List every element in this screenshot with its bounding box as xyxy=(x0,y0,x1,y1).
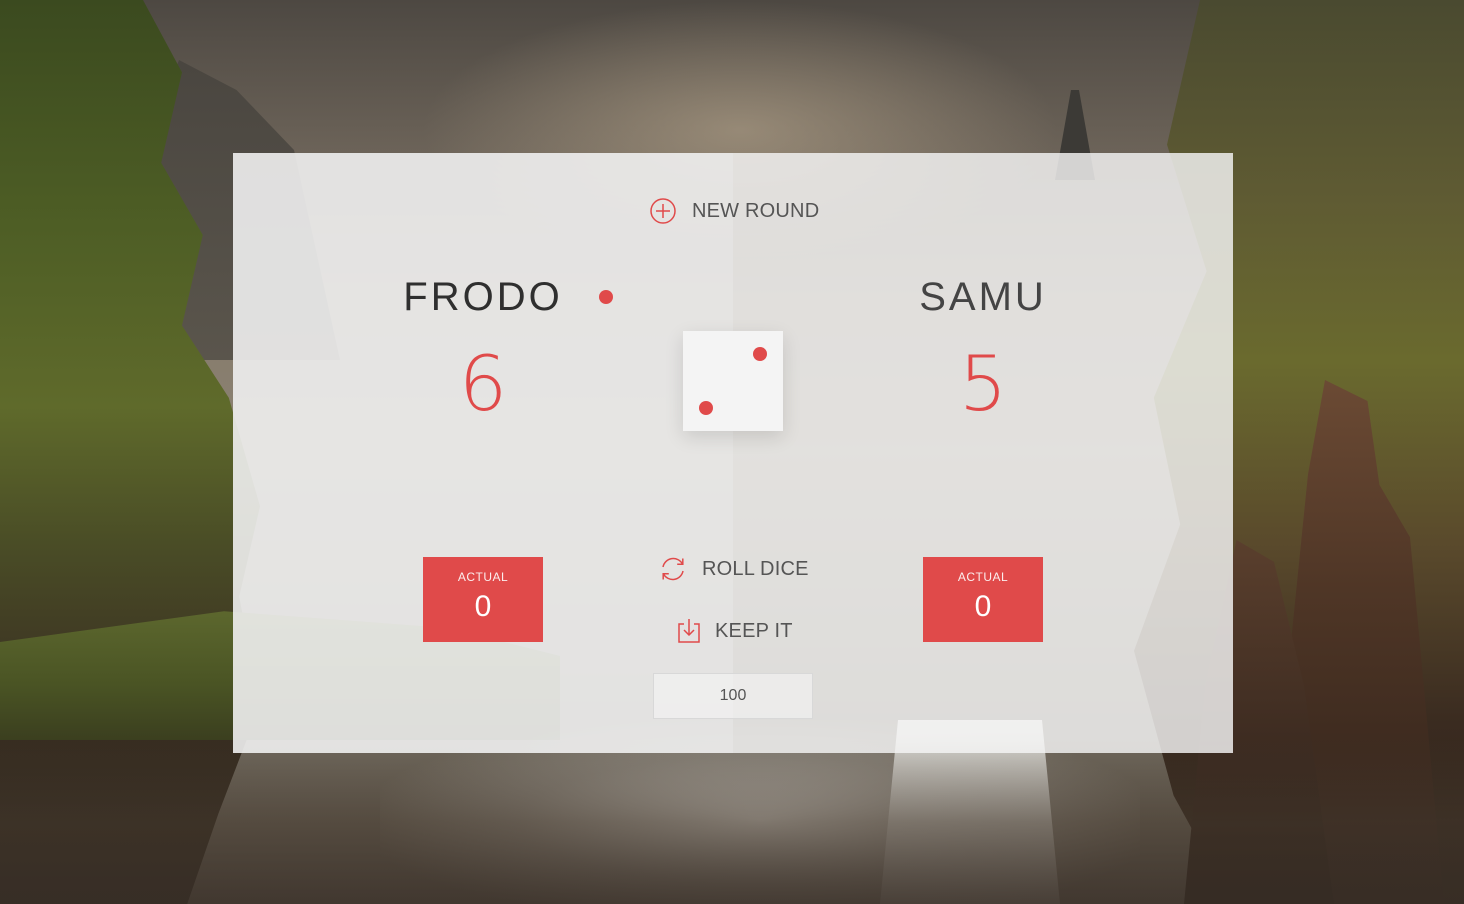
roll-dice-label: ROLL DICE xyxy=(702,557,809,580)
dice-pip xyxy=(699,401,713,415)
download-icon xyxy=(677,618,701,644)
player-1-current-label: ACTUAL xyxy=(457,570,509,584)
roll-dice-button[interactable]: ROLL DICE xyxy=(658,554,809,584)
new-round-button[interactable]: NEW ROUND xyxy=(648,196,819,226)
player-2-current-value: 0 xyxy=(974,590,992,623)
player-2-current-box: ACTUAL 0 xyxy=(923,557,1043,642)
dice xyxy=(683,331,783,431)
keep-it-label: KEEP IT xyxy=(715,619,793,642)
new-round-label: NEW ROUND xyxy=(692,199,820,222)
refresh-icon xyxy=(658,554,688,584)
player-2-name: SAMU xyxy=(919,275,1047,319)
player-2-panel xyxy=(733,153,1233,753)
active-player-indicator xyxy=(599,290,613,304)
player-1-current-box: ACTUAL 0 xyxy=(423,557,543,642)
player-2-current-label: ACTUAL xyxy=(957,570,1009,584)
plus-circle-icon xyxy=(648,196,678,226)
final-score-input[interactable] xyxy=(653,673,813,719)
keep-it-button[interactable]: KEEP IT xyxy=(677,618,793,644)
player-1-score: 6 xyxy=(458,339,508,428)
player-1-panel xyxy=(233,153,733,753)
dice-pip xyxy=(753,347,767,361)
game-panel: NEW ROUND FRODO SAMU 6 5 ACTUAL 0 ACTUAL… xyxy=(233,153,1233,753)
player-2-score: 5 xyxy=(958,339,1008,428)
player-1-current-value: 0 xyxy=(474,590,492,623)
player-1-name: FRODO xyxy=(403,275,563,319)
